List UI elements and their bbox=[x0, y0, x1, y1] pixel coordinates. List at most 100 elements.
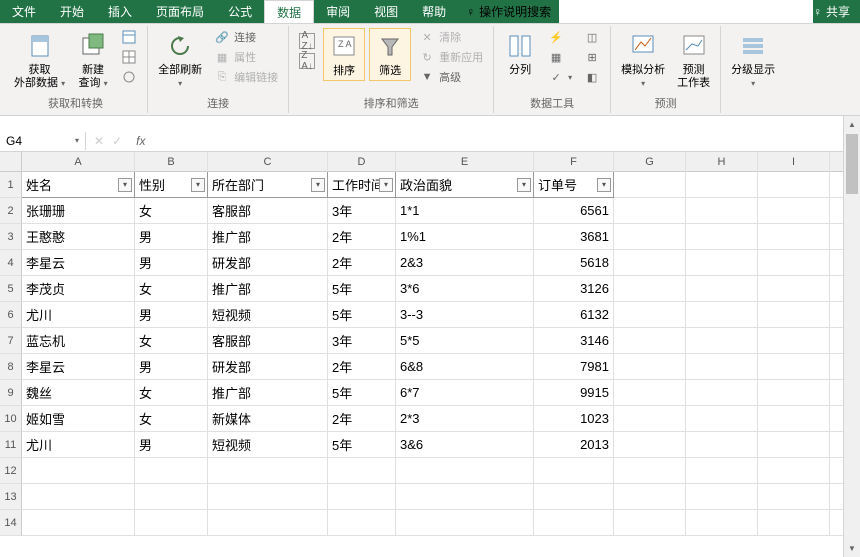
cell-worktime[interactable]: 2年 bbox=[328, 250, 396, 276]
row-header-2[interactable]: 2 bbox=[0, 198, 22, 224]
cell-dept[interactable]: 研发部 bbox=[208, 250, 328, 276]
tab-data[interactable]: 数据 bbox=[264, 0, 314, 23]
cell[interactable] bbox=[22, 458, 135, 484]
cell[interactable] bbox=[614, 250, 686, 276]
cell-dept[interactable]: 推广部 bbox=[208, 276, 328, 302]
cell[interactable] bbox=[686, 276, 758, 302]
flash-fill-button[interactable]: ⚡ bbox=[544, 28, 576, 46]
cell[interactable] bbox=[22, 510, 135, 536]
cell-gender[interactable]: 男 bbox=[135, 432, 208, 458]
cell-orderid[interactable]: 9915 bbox=[534, 380, 614, 406]
cell[interactable] bbox=[135, 458, 208, 484]
scroll-down-icon[interactable]: ▼ bbox=[844, 540, 860, 557]
cell-name[interactable]: 尤川 bbox=[22, 432, 135, 458]
row-header-11[interactable]: 11 bbox=[0, 432, 22, 458]
cell-political[interactable]: 2*3 bbox=[396, 406, 534, 432]
remove-dup-button[interactable]: ▦ bbox=[544, 48, 576, 66]
recent-sources-button[interactable] bbox=[117, 68, 141, 86]
sort-desc-button[interactable]: ZA↓ bbox=[295, 52, 319, 70]
cell[interactable] bbox=[758, 172, 830, 198]
cell-orderid[interactable]: 2013 bbox=[534, 432, 614, 458]
tab-layout[interactable]: 页面布局 bbox=[144, 0, 216, 23]
relationships-button[interactable]: ⊞ bbox=[580, 48, 604, 66]
cancel-icon[interactable]: ✕ bbox=[94, 134, 104, 148]
cell[interactable] bbox=[396, 484, 534, 510]
cell[interactable] bbox=[614, 224, 686, 250]
col-header-E[interactable]: E bbox=[396, 152, 534, 172]
cell-political[interactable]: 3*6 bbox=[396, 276, 534, 302]
name-box[interactable]: G4 ▾ bbox=[0, 132, 86, 150]
cell-gender[interactable]: 男 bbox=[135, 250, 208, 276]
tab-view[interactable]: 视图 bbox=[362, 0, 410, 23]
edit-links-button[interactable]: ⎘编辑链接 bbox=[210, 68, 282, 86]
cell-political[interactable]: 1*1 bbox=[396, 198, 534, 224]
sort-asc-button[interactable]: AZ↓ bbox=[295, 32, 319, 50]
cell-name[interactable]: 姬如雪 bbox=[22, 406, 135, 432]
cell-worktime[interactable]: 5年 bbox=[328, 380, 396, 406]
connections-button[interactable]: 🔗连接 bbox=[210, 28, 282, 46]
cell[interactable] bbox=[686, 328, 758, 354]
from-table-button[interactable] bbox=[117, 48, 141, 66]
cell-worktime[interactable]: 2年 bbox=[328, 406, 396, 432]
cell[interactable] bbox=[614, 276, 686, 302]
cell-political[interactable]: 1%1 bbox=[396, 224, 534, 250]
fx-icon[interactable]: fx bbox=[130, 134, 151, 148]
col-header-C[interactable]: C bbox=[208, 152, 328, 172]
cell-orderid[interactable]: 3146 bbox=[534, 328, 614, 354]
cell[interactable] bbox=[614, 380, 686, 406]
row-header-5[interactable]: 5 bbox=[0, 276, 22, 302]
row-header-7[interactable]: 7 bbox=[0, 328, 22, 354]
cell[interactable] bbox=[758, 510, 830, 536]
tab-review[interactable]: 审阅 bbox=[314, 0, 362, 23]
cell-worktime[interactable]: 5年 bbox=[328, 302, 396, 328]
cell-name[interactable]: 魏丝 bbox=[22, 380, 135, 406]
cell[interactable] bbox=[758, 484, 830, 510]
filter-dropdown-icon[interactable]: ▾ bbox=[379, 178, 393, 192]
cell[interactable] bbox=[758, 432, 830, 458]
cell-dept[interactable]: 客服部 bbox=[208, 328, 328, 354]
cell-orderid[interactable]: 5618 bbox=[534, 250, 614, 276]
cell-name[interactable]: 李星云 bbox=[22, 354, 135, 380]
cell-dept[interactable]: 推广部 bbox=[208, 380, 328, 406]
header-worktime[interactable]: 工作时间▾ bbox=[328, 172, 396, 198]
cell[interactable] bbox=[614, 458, 686, 484]
cell-gender[interactable]: 女 bbox=[135, 198, 208, 224]
row-header-14[interactable]: 14 bbox=[0, 510, 22, 536]
cell-name[interactable]: 李茂贞 bbox=[22, 276, 135, 302]
cell[interactable] bbox=[758, 198, 830, 224]
cell-political[interactable]: 2&3 bbox=[396, 250, 534, 276]
cell[interactable] bbox=[758, 354, 830, 380]
filter-dropdown-icon[interactable]: ▾ bbox=[597, 178, 611, 192]
cell[interactable] bbox=[614, 328, 686, 354]
cell-orderid[interactable]: 7981 bbox=[534, 354, 614, 380]
filter-dropdown-icon[interactable]: ▾ bbox=[191, 178, 205, 192]
cell[interactable] bbox=[328, 484, 396, 510]
cell[interactable] bbox=[614, 302, 686, 328]
cell-name[interactable]: 李星云 bbox=[22, 250, 135, 276]
cell[interactable] bbox=[686, 250, 758, 276]
cell[interactable] bbox=[686, 224, 758, 250]
cell[interactable] bbox=[614, 484, 686, 510]
cell-worktime[interactable]: 3年 bbox=[328, 198, 396, 224]
row-header-3[interactable]: 3 bbox=[0, 224, 22, 250]
cell[interactable] bbox=[686, 198, 758, 224]
header-political[interactable]: 政治面貌▾ bbox=[396, 172, 534, 198]
cell-worktime[interactable]: 5年 bbox=[328, 276, 396, 302]
cell[interactable] bbox=[758, 380, 830, 406]
cell[interactable] bbox=[22, 484, 135, 510]
formula-bar[interactable] bbox=[151, 139, 860, 143]
cell-gender[interactable]: 女 bbox=[135, 328, 208, 354]
tab-file[interactable]: 文件 bbox=[0, 0, 48, 23]
scroll-up-icon[interactable]: ▲ bbox=[844, 116, 860, 133]
cell[interactable] bbox=[208, 484, 328, 510]
col-header-F[interactable]: F bbox=[534, 152, 614, 172]
row-header-1[interactable]: 1 bbox=[0, 172, 22, 198]
cell-gender[interactable]: 男 bbox=[135, 354, 208, 380]
cell[interactable] bbox=[758, 328, 830, 354]
accept-icon[interactable]: ✓ bbox=[112, 134, 122, 148]
vertical-scrollbar[interactable]: ▲ ▼ bbox=[843, 116, 860, 557]
filter-button[interactable]: 筛选 bbox=[369, 28, 411, 81]
row-header-6[interactable]: 6 bbox=[0, 302, 22, 328]
cell[interactable] bbox=[686, 302, 758, 328]
clear-button[interactable]: ✕清除 bbox=[415, 28, 487, 46]
